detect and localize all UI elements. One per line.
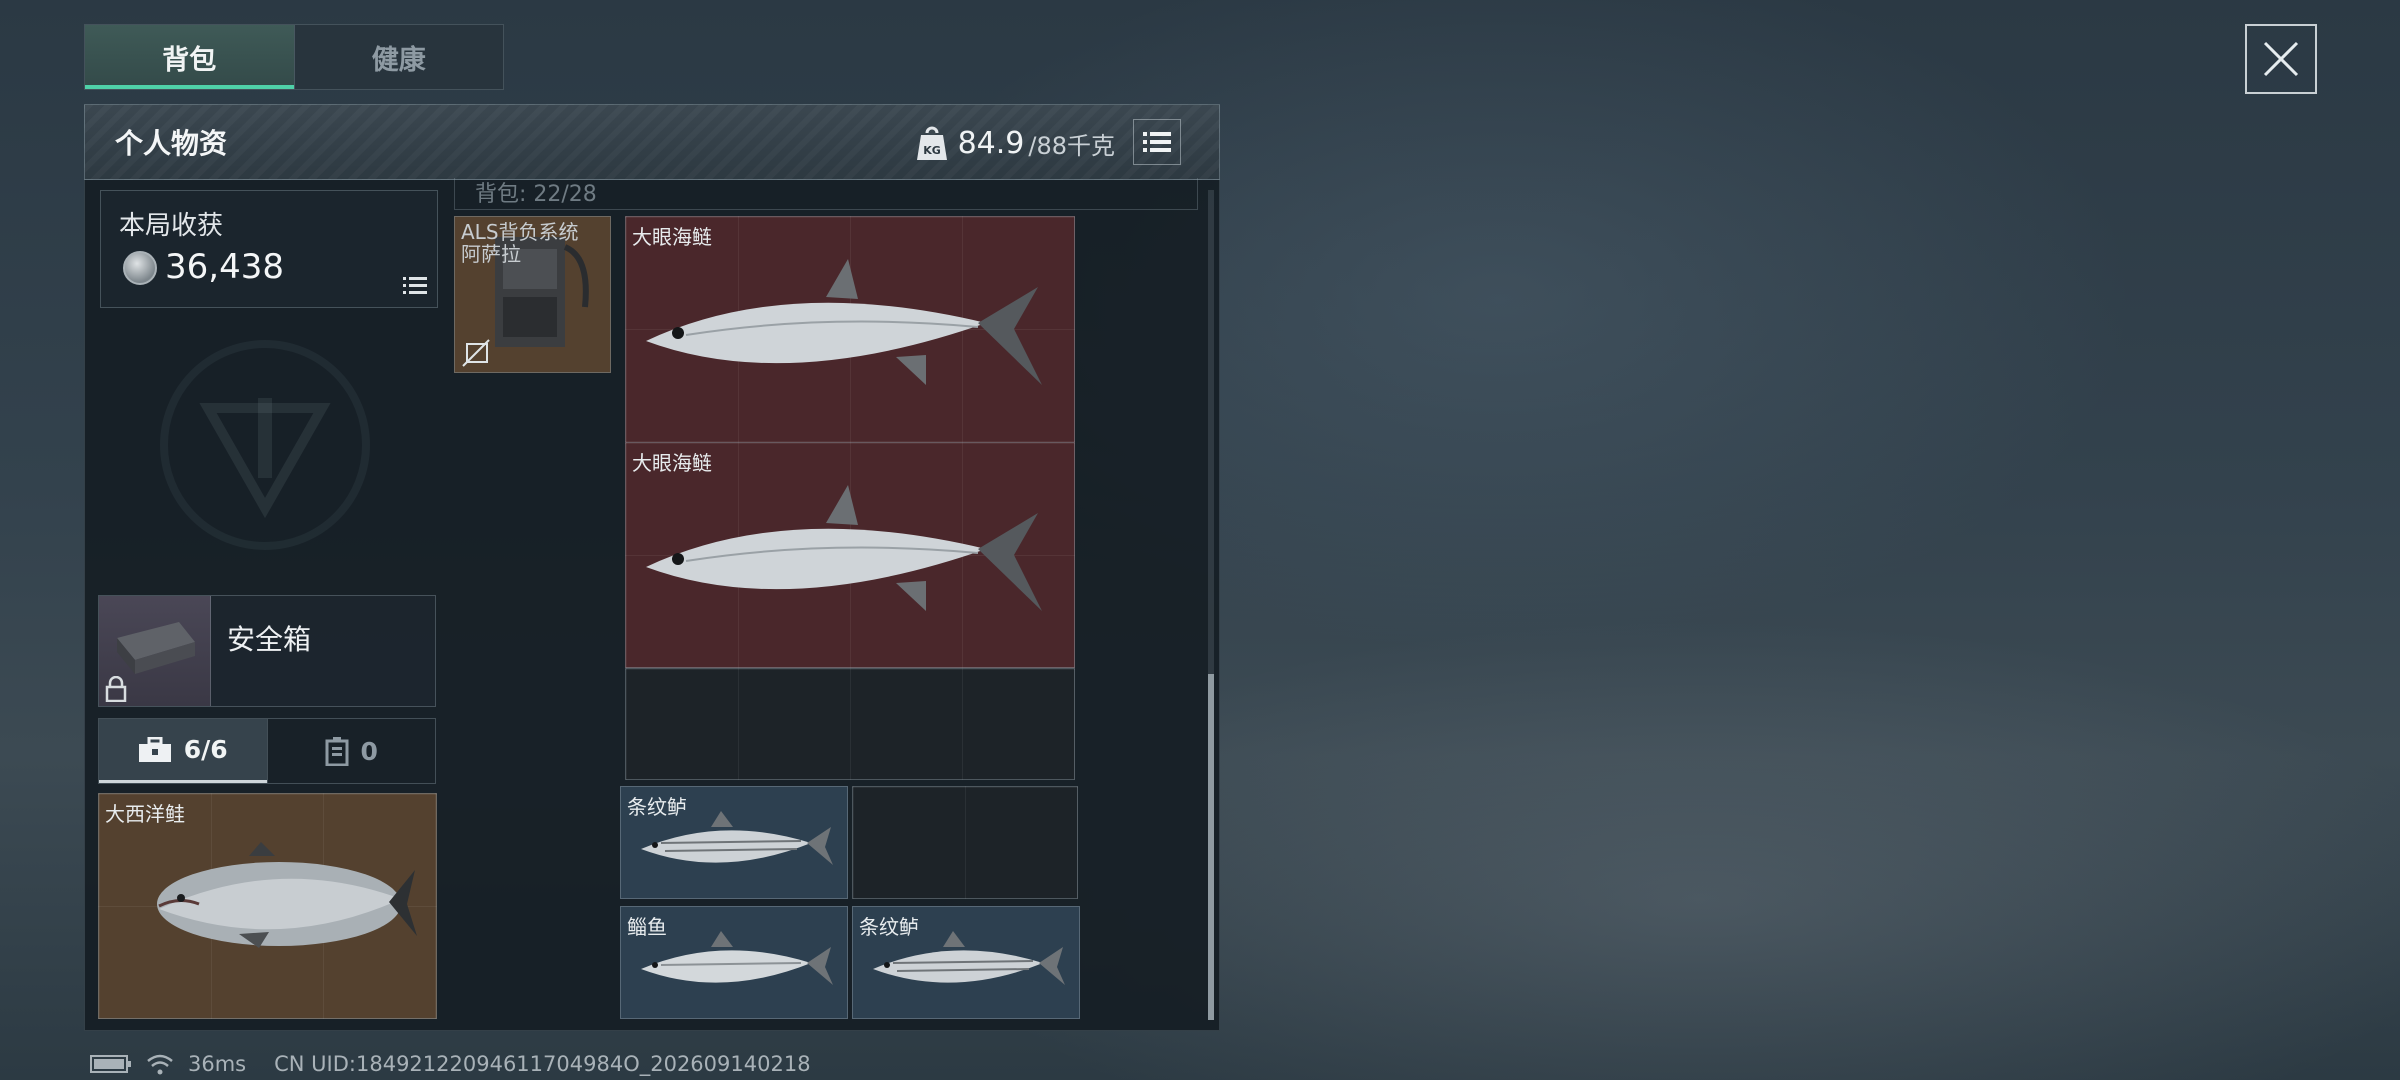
top-tab-bar: 背包 健康 [84,24,504,90]
wifi-icon [147,1054,173,1075]
item-striped-bass-2[interactable]: 条纹鲈 [852,906,1080,1019]
coin-icon [123,251,157,285]
emblem-icon [199,398,331,519]
list-icon [1143,132,1171,152]
ping-value: 36ms [188,1052,247,1076]
battery-case-count: 0 [360,736,378,766]
no-insurance-icon [462,339,490,367]
panel-title: 个人物资 [115,127,228,160]
user-uid: CN UID:18492122094611704984O_20260914021… [274,1052,811,1076]
weight-max: /88千克 [1028,131,1115,160]
tarpon-image [646,485,1042,611]
weight-kg-icon: KG [916,126,947,160]
item-atlantic-salmon[interactable]: 大西洋鲑 [98,793,437,1019]
toolbox-count: 6/6 [183,735,228,764]
item-name: 大眼海鲢 [632,451,712,475]
safe-box-label: 安全箱 [227,623,312,656]
close-icon [2263,41,2299,77]
list-icon [403,277,427,294]
item-name: 条纹鲈 [627,795,687,819]
tab-health[interactable]: 健康 [293,25,504,89]
close-button[interactable] [2245,24,2317,94]
salmon-image [157,842,417,948]
faction-emblem-watermark [160,340,370,550]
panel-header: 个人物资 KG 84.9 /88千克 [84,104,1220,180]
sort-list-button[interactable] [1133,119,1181,165]
weight-current: 84.9 [957,125,1025,161]
safe-box-thumbnail [99,596,211,706]
tab-backpack[interactable]: 背包 [85,25,294,89]
item-name: ALS背负系统 阿萨拉 [461,220,579,266]
harvest-label: 本局收获 [119,211,224,241]
toolbox-icon [138,736,171,762]
backpack-capacity-text: 背包: 22/28 [475,182,597,207]
safe-box-slot[interactable]: 安全箱 [98,595,436,707]
tab-battery-case[interactable]: 0 [266,719,436,783]
lock-icon [105,676,127,702]
pouch-tabs: 6/6 0 [98,718,436,784]
item-name: 条纹鲈 [859,915,919,939]
weight-display: KG 84.9 /88千克 [916,125,1115,161]
scrollbar-thumb[interactable] [1208,674,1214,1020]
svg-text:KG: KG [923,144,941,157]
harvest-summary[interactable]: 本局收获 36,438 [100,190,438,308]
item-name: 大眼海鲢 [632,225,712,249]
battery-icon [90,1055,131,1073]
item-mullet[interactable]: 鲻鱼 [620,906,848,1019]
empty-slot[interactable] [625,668,1075,780]
item-tarpon-1[interactable]: 大眼海鲢 [625,216,1075,443]
item-name: 大西洋鲑 [105,802,185,826]
backpack-section-header: 背包: 22/28 [454,178,1198,210]
item-striped-bass-1[interactable]: 条纹鲈 [620,786,848,899]
item-tarpon-2[interactable]: 大眼海鲢 [625,442,1075,668]
item-backpack-als[interactable]: ALS背负系统 阿萨拉 [454,216,611,373]
empty-slot[interactable] [852,786,1078,899]
harvest-value: 36,438 [165,247,284,287]
tarpon-image [646,259,1042,385]
battery-case-icon [325,737,349,766]
item-name: 鲻鱼 [627,915,667,939]
tab-toolbox[interactable]: 6/6 [99,719,267,783]
status-bar: 36ms CN UID:18492122094611704984O_202609… [90,1050,811,1078]
